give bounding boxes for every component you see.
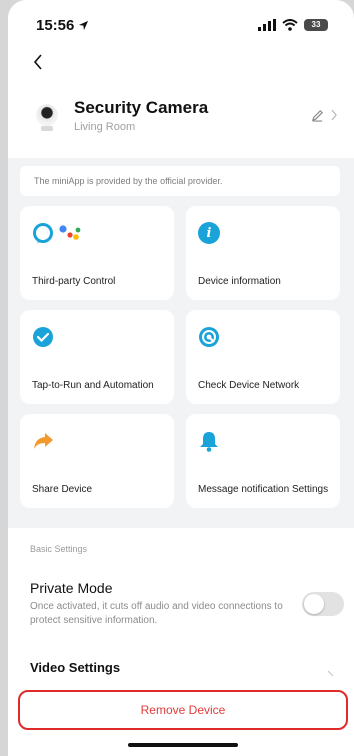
pencil-icon — [311, 109, 323, 122]
check-shield-icon — [33, 327, 53, 347]
status-icons: 33 — [258, 19, 328, 31]
remove-device-button[interactable]: Remove Device — [18, 690, 348, 730]
phone-screen: 15:56 33 Security Camera Living Room The… — [8, 0, 354, 756]
card-message-notification-settings[interactable]: Message notification Settings — [186, 414, 340, 508]
card-label: Third-party Control — [32, 276, 116, 287]
camera-device-icon — [36, 104, 58, 131]
back-button[interactable] — [26, 50, 50, 74]
card-label: Share Device — [32, 484, 93, 495]
card-check-device-network[interactable]: Check Device Network — [186, 310, 340, 404]
home-indicator — [128, 743, 238, 747]
card-third-party-control[interactable]: Third-party Control — [20, 206, 174, 300]
share-arrow-icon — [34, 433, 53, 449]
battery-icon: 33 — [304, 19, 328, 31]
chevron-left-icon — [33, 54, 42, 70]
edit-device-button[interactable] — [311, 109, 338, 122]
card-device-information[interactable]: i Device information — [186, 206, 340, 300]
bell-icon — [200, 432, 218, 452]
private-mode-toggle[interactable] — [302, 592, 344, 616]
basic-settings-label: Basic Settings — [30, 544, 88, 554]
card-share-device[interactable]: Share Device — [20, 414, 174, 508]
toggle-knob — [304, 594, 324, 614]
device-header[interactable]: Security Camera Living Room — [8, 90, 354, 140]
private-mode-title: Private Mode — [30, 580, 113, 596]
video-settings-row[interactable]: Video Settings — [30, 660, 120, 675]
card-label: Tap-to-Run and Automation — [32, 380, 154, 391]
chevron-down-right-icon — [327, 670, 334, 677]
basic-settings-section: Basic Settings Private Mode Once activat… — [8, 528, 354, 756]
card-label: Device information — [198, 276, 281, 287]
private-mode-description: Once activated, it cuts off audio and vi… — [30, 601, 283, 626]
features-area: The miniApp is provided by the official … — [8, 158, 354, 528]
location-arrow-icon — [79, 20, 89, 30]
device-names: Security Camera Living Room — [74, 98, 311, 133]
network-icon — [199, 327, 219, 347]
device-room: Living Room — [74, 120, 136, 133]
device-name: Security Camera — [74, 97, 209, 117]
status-bar: 15:56 33 — [8, 0, 354, 50]
cellular-signal-icon — [258, 19, 276, 31]
alexa-google-assistant-icon — [32, 220, 162, 246]
wifi-icon — [282, 19, 298, 31]
chevron-right-icon — [331, 109, 337, 121]
provider-note: The miniApp is provided by the official … — [20, 166, 340, 196]
card-tap-to-run[interactable]: Tap-to-Run and Automation — [20, 310, 174, 404]
status-time: 15:56 — [36, 16, 75, 34]
info-icon: i — [198, 222, 220, 244]
card-label: Check Device Network — [198, 380, 300, 391]
status-time-group: 15:56 — [36, 17, 89, 34]
card-label: Message notification Settings — [198, 484, 329, 495]
